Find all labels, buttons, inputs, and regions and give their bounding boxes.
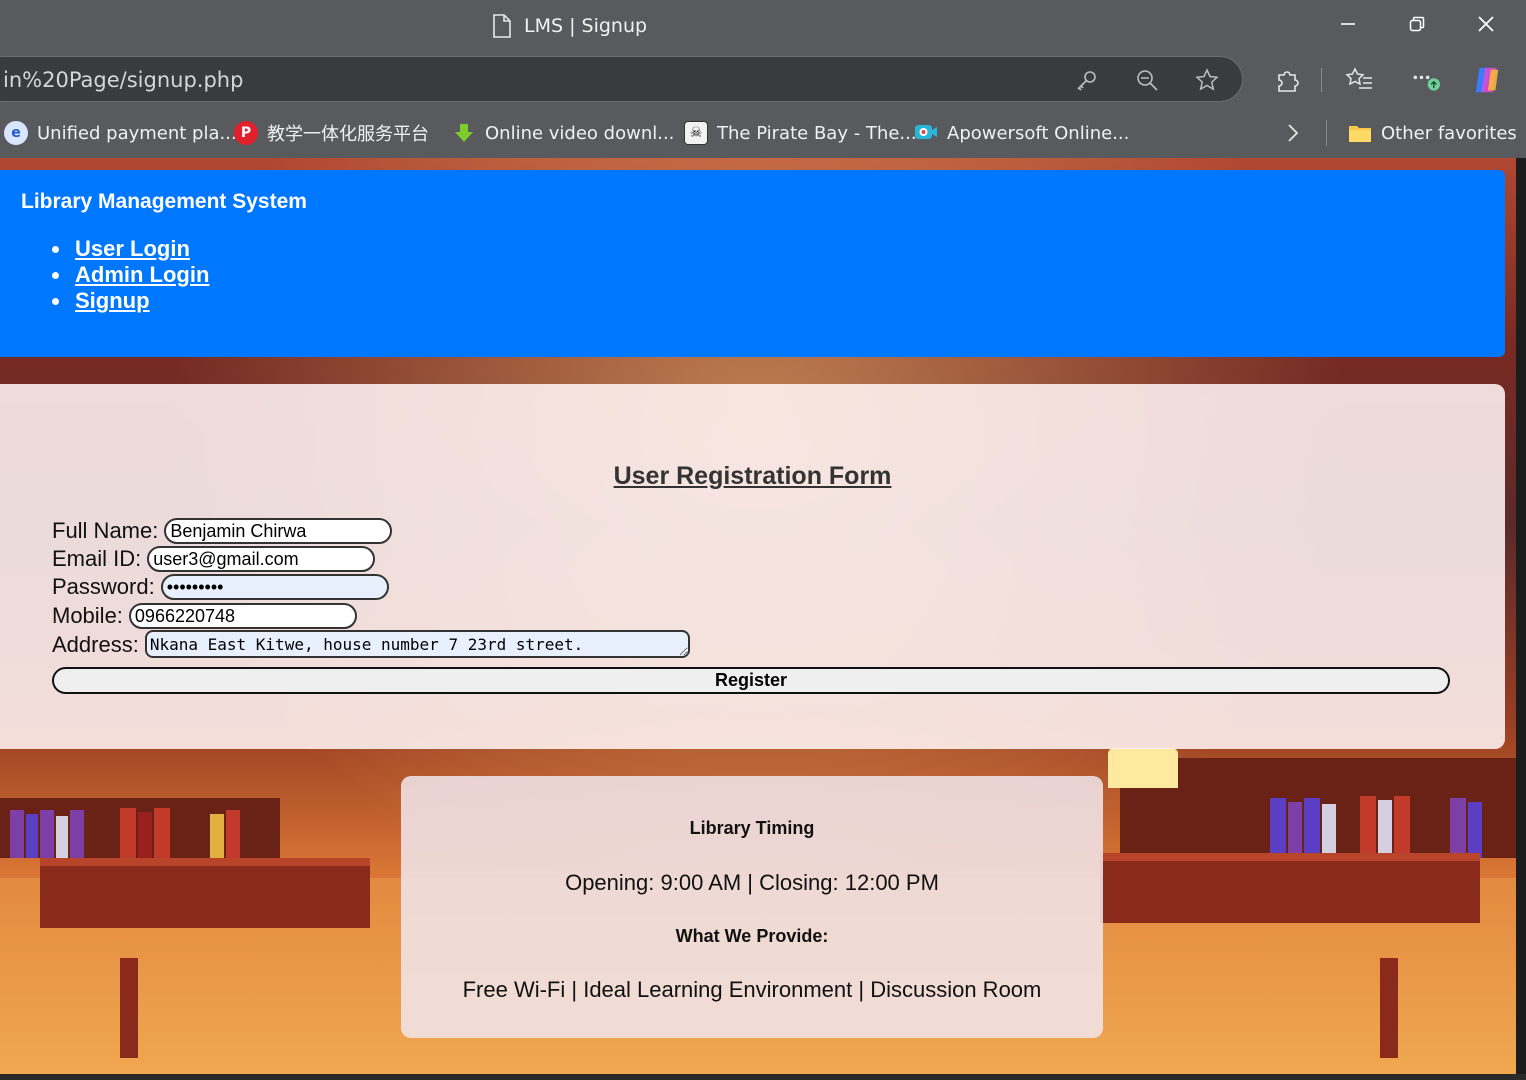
signup-link[interactable]: Signup [75, 288, 150, 313]
download-arrow-icon [452, 121, 476, 145]
form-title: User Registration Form [613, 462, 892, 490]
chair-leg [120, 958, 138, 1058]
bookshelf-right [1120, 758, 1516, 858]
zoom-out-icon[interactable] [1134, 67, 1160, 93]
other-favorites-folder[interactable]: Other favorites [1348, 120, 1517, 146]
p-logo-icon: P [234, 121, 258, 145]
nav-item-signup: Signup [52, 288, 209, 314]
bookshelf-left [0, 798, 280, 858]
favorite-item[interactable]: e Unified payment pla... [4, 120, 237, 146]
favorite-item[interactable]: P 教学一体化服务平台 [234, 120, 429, 146]
timing-heading: Library Timing [689, 818, 815, 838]
chair-leg [1380, 958, 1398, 1058]
desk-left [40, 858, 370, 928]
email-row: Email ID: [52, 546, 376, 572]
user-login-link[interactable]: User Login [75, 236, 190, 261]
nav-item-user-login: User Login [52, 236, 209, 262]
full-name-input[interactable] [164, 518, 393, 544]
favorite-item[interactable]: Apowersoft Online... [914, 120, 1129, 146]
more-menu-icon[interactable] [1410, 65, 1440, 95]
site-header: Library Management System User Login Adm… [0, 170, 1505, 357]
minimize-button[interactable] [1325, 8, 1371, 40]
lamp [1108, 748, 1178, 788]
favorite-item[interactable]: ☠ The Pirate Bay - The... [684, 120, 917, 146]
favorites-bar: e Unified payment pla... P 教学一体化服务平台 Onl… [0, 106, 1526, 158]
mobile-label: Mobile: [52, 603, 123, 628]
pirate-ship-icon: ☠ [684, 121, 708, 145]
favorites-divider [1326, 120, 1327, 146]
library-info-panel: Library Timing Opening: 9:00 AM | Closin… [401, 776, 1103, 1038]
window-title-text: LMS | Signup [524, 15, 648, 37]
email-input[interactable] [147, 546, 376, 572]
nav-item-admin-login: Admin Login [52, 262, 209, 288]
registration-panel: User Registration Form Full Name: Email … [0, 384, 1505, 749]
window-title: LMS | Signup [492, 12, 647, 40]
services-heading: What We Provide: [675, 926, 829, 946]
window-bottom-edge [0, 1074, 1526, 1080]
page-scrollbar[interactable] [1516, 158, 1526, 1074]
address-label: Address: [52, 632, 139, 657]
toolbar-divider [1321, 68, 1322, 92]
folder-icon [1348, 121, 1372, 145]
main-nav: User Login Admin Login Signup [52, 236, 209, 314]
address-bar[interactable]: in%20Page/signup.php [0, 56, 1243, 102]
address-textarea[interactable]: Nkana East Kitwe, house number 7 23rd st… [144, 630, 690, 658]
favorites-list-icon[interactable] [1344, 65, 1374, 95]
chevron-right-icon[interactable] [1280, 120, 1306, 146]
extensions-puzzle-icon[interactable] [1272, 65, 1302, 95]
timing-text: Opening: 9:00 AM | Closing: 12:00 PM [565, 870, 939, 895]
browser-title-bar: LMS | Signup [0, 0, 1526, 54]
password-row: Password: [52, 574, 389, 600]
admin-login-link[interactable]: Admin Login [75, 262, 209, 287]
favorite-item[interactable]: Online video downl... [452, 120, 674, 146]
password-label: Password: [52, 574, 155, 599]
desk-right [1100, 853, 1480, 923]
services-text: Free Wi-Fi | Ideal Learning Environment … [462, 977, 1042, 1002]
edge-e-icon: e [4, 121, 28, 145]
url-text[interactable]: in%20Page/signup.php [3, 68, 243, 92]
page-viewport: Library Management System User Login Adm… [0, 158, 1516, 1074]
mobile-row: Mobile: [52, 603, 357, 629]
full-name-label: Full Name: [52, 518, 159, 543]
password-input[interactable] [160, 574, 389, 600]
close-window-button[interactable] [1463, 8, 1509, 40]
page-icon [492, 14, 512, 38]
address-toolbar: in%20Page/signup.php [0, 54, 1526, 106]
favorite-star-icon[interactable] [1194, 67, 1220, 93]
restore-button[interactable] [1394, 8, 1440, 40]
mobile-input[interactable] [128, 603, 357, 629]
site-title: Library Management System [21, 190, 307, 213]
address-row: Address: Nkana East Kitwe, house number … [52, 630, 690, 658]
key-icon[interactable] [1074, 67, 1100, 93]
copilot-icon[interactable] [1472, 65, 1502, 95]
register-button[interactable]: Register [52, 667, 1450, 694]
apowersoft-icon [914, 121, 938, 145]
full-name-row: Full Name: [52, 518, 393, 544]
email-label: Email ID: [52, 546, 142, 571]
